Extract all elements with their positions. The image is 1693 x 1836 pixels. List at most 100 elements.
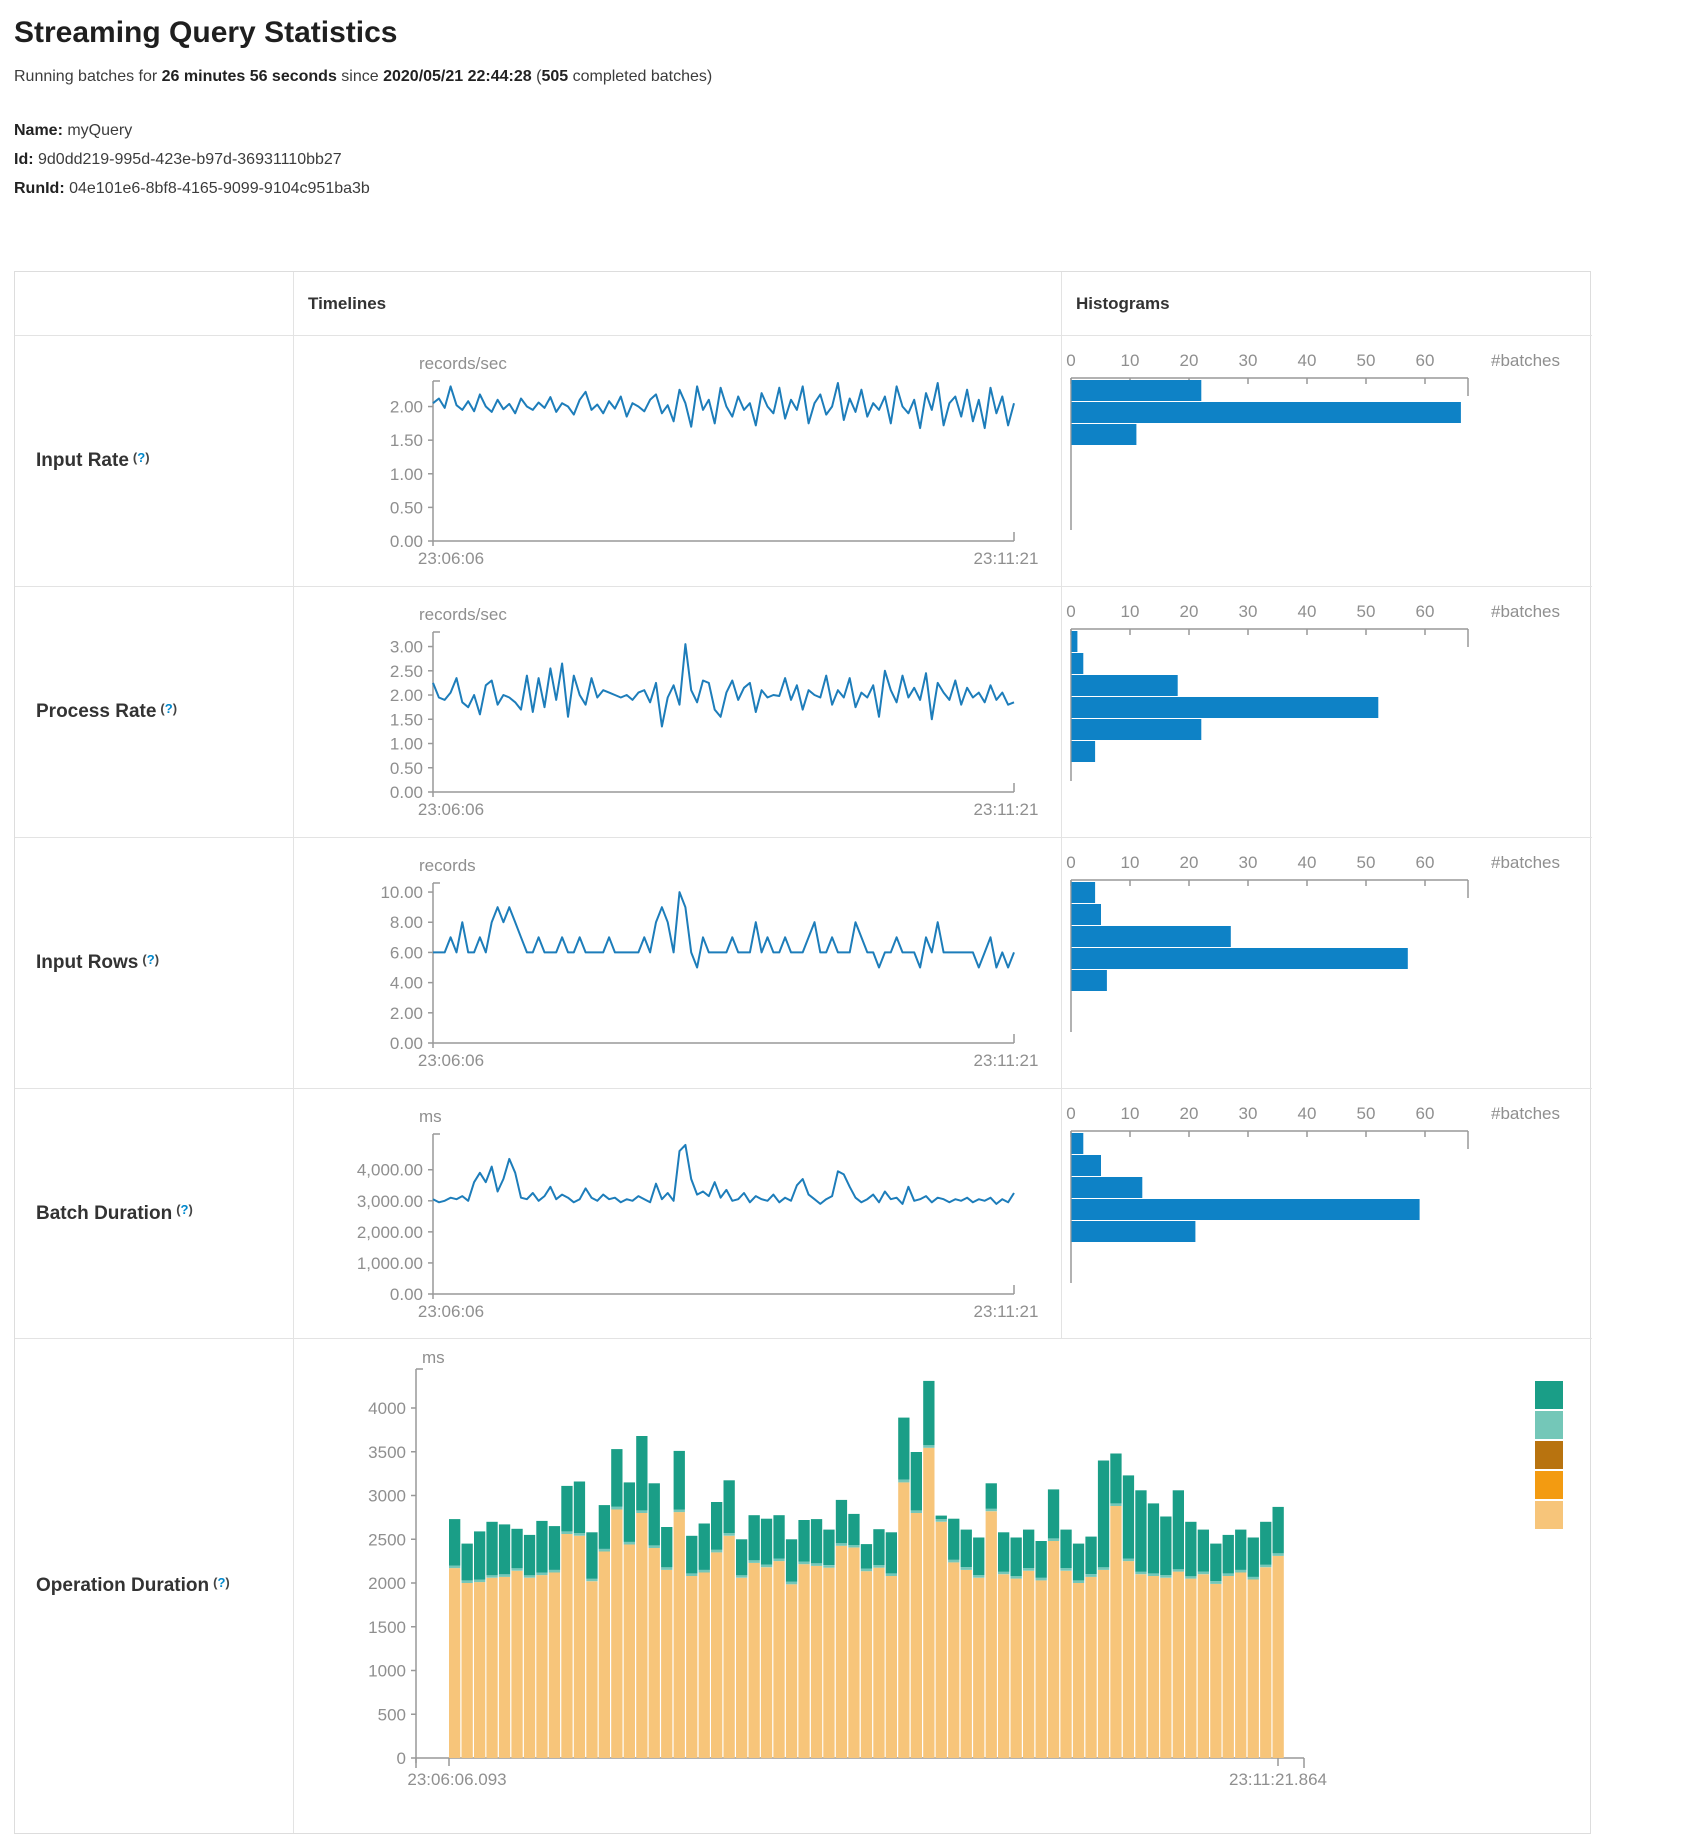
input-rows-hist-chart: 0102030405060#batches	[1062, 838, 1592, 1089]
axis-tick-label: #batches	[1491, 602, 1560, 621]
op-duration-segment-tan	[886, 1576, 897, 1758]
axis-tick-label: 40	[1298, 602, 1317, 621]
op-duration-segment-tan	[1135, 1574, 1146, 1758]
op-duration-segment-teal	[1060, 1530, 1071, 1569]
op-duration-segment-light-teal	[749, 1560, 760, 1563]
op-duration-segment-light-teal	[886, 1573, 897, 1576]
op-duration-segment-tan	[823, 1568, 834, 1758]
op-duration-segment-tan	[1085, 1577, 1096, 1758]
axis-tick-label: 23:06:06.093	[407, 1770, 506, 1789]
help-icon[interactable]: (?)	[142, 952, 159, 967]
axis-tick-label: #batches	[1491, 351, 1560, 370]
legend-swatch-1	[1535, 1411, 1563, 1439]
op-duration-segment-tan	[699, 1573, 710, 1759]
row-label-text: Process Rate	[36, 701, 156, 723]
input-rows-hist-bar	[1072, 970, 1107, 991]
op-duration-segment-teal	[936, 1516, 947, 1520]
op-duration-segment-tan	[936, 1522, 947, 1758]
op-duration-segment-teal	[823, 1530, 834, 1565]
op-duration-segment-teal	[1173, 1490, 1184, 1569]
axis-tick-label: 10	[1121, 853, 1140, 872]
op-duration-segment-tan	[711, 1552, 722, 1758]
help-icon[interactable]: (?)	[133, 450, 150, 465]
axis-tick-label: 0	[1066, 1104, 1075, 1123]
op-duration-segment-light-teal	[624, 1542, 635, 1545]
axis-tick-label: 23:06:06	[418, 549, 484, 568]
op-duration-segment-tan	[873, 1568, 884, 1758]
axis-tick-label: 1500	[368, 1618, 406, 1637]
op-duration-segment-tan	[1148, 1576, 1159, 1758]
op-duration-segment-light-teal	[1223, 1573, 1234, 1576]
op-duration-segment-light-teal	[699, 1570, 710, 1573]
batch-duration-timeline-chart: ms4,000.003,000.002,000.001,000.000.0023…	[294, 1089, 1062, 1339]
op-duration-segment-tan	[1223, 1576, 1234, 1758]
axis-tick-label: 40	[1298, 853, 1317, 872]
op-duration-segment-tan	[1248, 1580, 1259, 1759]
help-icon[interactable]: (?)	[160, 701, 177, 716]
op-duration-segment-tan	[1023, 1571, 1034, 1758]
op-duration-segment-teal	[749, 1515, 760, 1560]
op-duration-segment-light-teal	[861, 1569, 872, 1572]
op-duration-segment-light-teal	[1048, 1538, 1059, 1541]
op-duration-segment-light-teal	[1198, 1572, 1209, 1575]
op-duration-segment-teal	[586, 1532, 597, 1578]
op-duration-segment-teal	[624, 1482, 635, 1542]
op-duration-segment-light-teal	[686, 1573, 697, 1576]
op-duration-segment-teal	[1185, 1522, 1196, 1576]
batch-duration-hist-bar	[1072, 1221, 1196, 1242]
batch-duration-hist-bar	[1072, 1199, 1420, 1220]
op-duration-segment-teal	[699, 1524, 710, 1570]
batch-duration-histogram-cell: 0102030405060#batches	[1062, 1089, 1592, 1339]
op-duration-segment-light-teal	[661, 1567, 672, 1570]
op-duration-segment-light-teal	[561, 1531, 572, 1534]
axis-tick-label: 50	[1357, 351, 1376, 370]
op-duration-segment-tan	[511, 1571, 522, 1758]
op-duration-segment-tan	[986, 1511, 997, 1758]
op-duration-segment-tan	[524, 1578, 535, 1758]
op-duration-segment-tan	[836, 1546, 847, 1758]
op-duration-segment-teal	[1273, 1507, 1284, 1553]
row-label-text: Batch Duration	[36, 1203, 172, 1225]
legend-swatch-0	[1535, 1381, 1563, 1409]
op-duration-segment-light-teal	[736, 1575, 747, 1578]
header-empty-cell	[15, 272, 294, 336]
op-duration-segment-light-teal	[524, 1575, 535, 1578]
axis-tick-label: 50	[1357, 853, 1376, 872]
axis-tick-label: 60	[1416, 853, 1435, 872]
help-icon[interactable]: (?)	[176, 1202, 193, 1217]
batch-duration-timeline-cell: ms4,000.003,000.002,000.001,000.000.0023…	[294, 1089, 1062, 1339]
help-icon[interactable]: (?)	[213, 1575, 230, 1590]
axis-tick-label: 4.00	[390, 974, 423, 993]
axis-tick-label: #batches	[1491, 1104, 1560, 1123]
op-duration-segment-tan	[1123, 1561, 1134, 1758]
input-rate-hist-bar	[1072, 380, 1202, 401]
running-duration: 26 minutes 56 seconds	[162, 68, 337, 85]
op-duration-segment-light-teal	[923, 1445, 934, 1448]
op-duration-segment-teal	[1011, 1538, 1022, 1577]
op-duration-segment-tan	[474, 1582, 485, 1758]
name-label: Name:	[14, 122, 63, 139]
op-duration-segment-teal	[861, 1544, 872, 1569]
query-id-row: Id: 9d0dd219-995d-423e-b97d-36931110bb27	[14, 151, 1693, 169]
axis-tick-label: 0.50	[390, 759, 423, 778]
op-duration-segment-tan	[1048, 1541, 1059, 1758]
op-duration-segment-tan	[749, 1563, 760, 1758]
op-duration-segment-teal	[898, 1418, 909, 1480]
axis-tick-label: records/sec	[419, 605, 507, 624]
process-rate-histogram-cell: 0102030405060#batches	[1062, 587, 1592, 838]
op-duration-segment-tan	[848, 1548, 859, 1758]
axis-tick-label: #batches	[1491, 853, 1560, 872]
op-duration-segment-light-teal	[474, 1580, 485, 1583]
op-duration-segment-light-teal	[1135, 1572, 1146, 1575]
input-rate-timeline-cell: records/sec2.001.501.000.500.0023:06:062…	[294, 336, 1062, 587]
op-duration-segment-light-teal	[649, 1545, 660, 1548]
op-duration-segment-tan	[686, 1576, 697, 1758]
op-duration-segment-light-teal	[611, 1507, 622, 1510]
axis-tick-label: ms	[419, 1107, 442, 1126]
op-duration-segment-light-teal	[1248, 1577, 1259, 1580]
op-duration-segment-teal	[649, 1483, 660, 1545]
op-duration-segment-light-teal	[599, 1549, 610, 1552]
op-duration-segment-teal	[1123, 1475, 1134, 1558]
op-duration-segment-light-teal	[1110, 1503, 1121, 1506]
input-rows-hist-bar	[1072, 904, 1102, 925]
